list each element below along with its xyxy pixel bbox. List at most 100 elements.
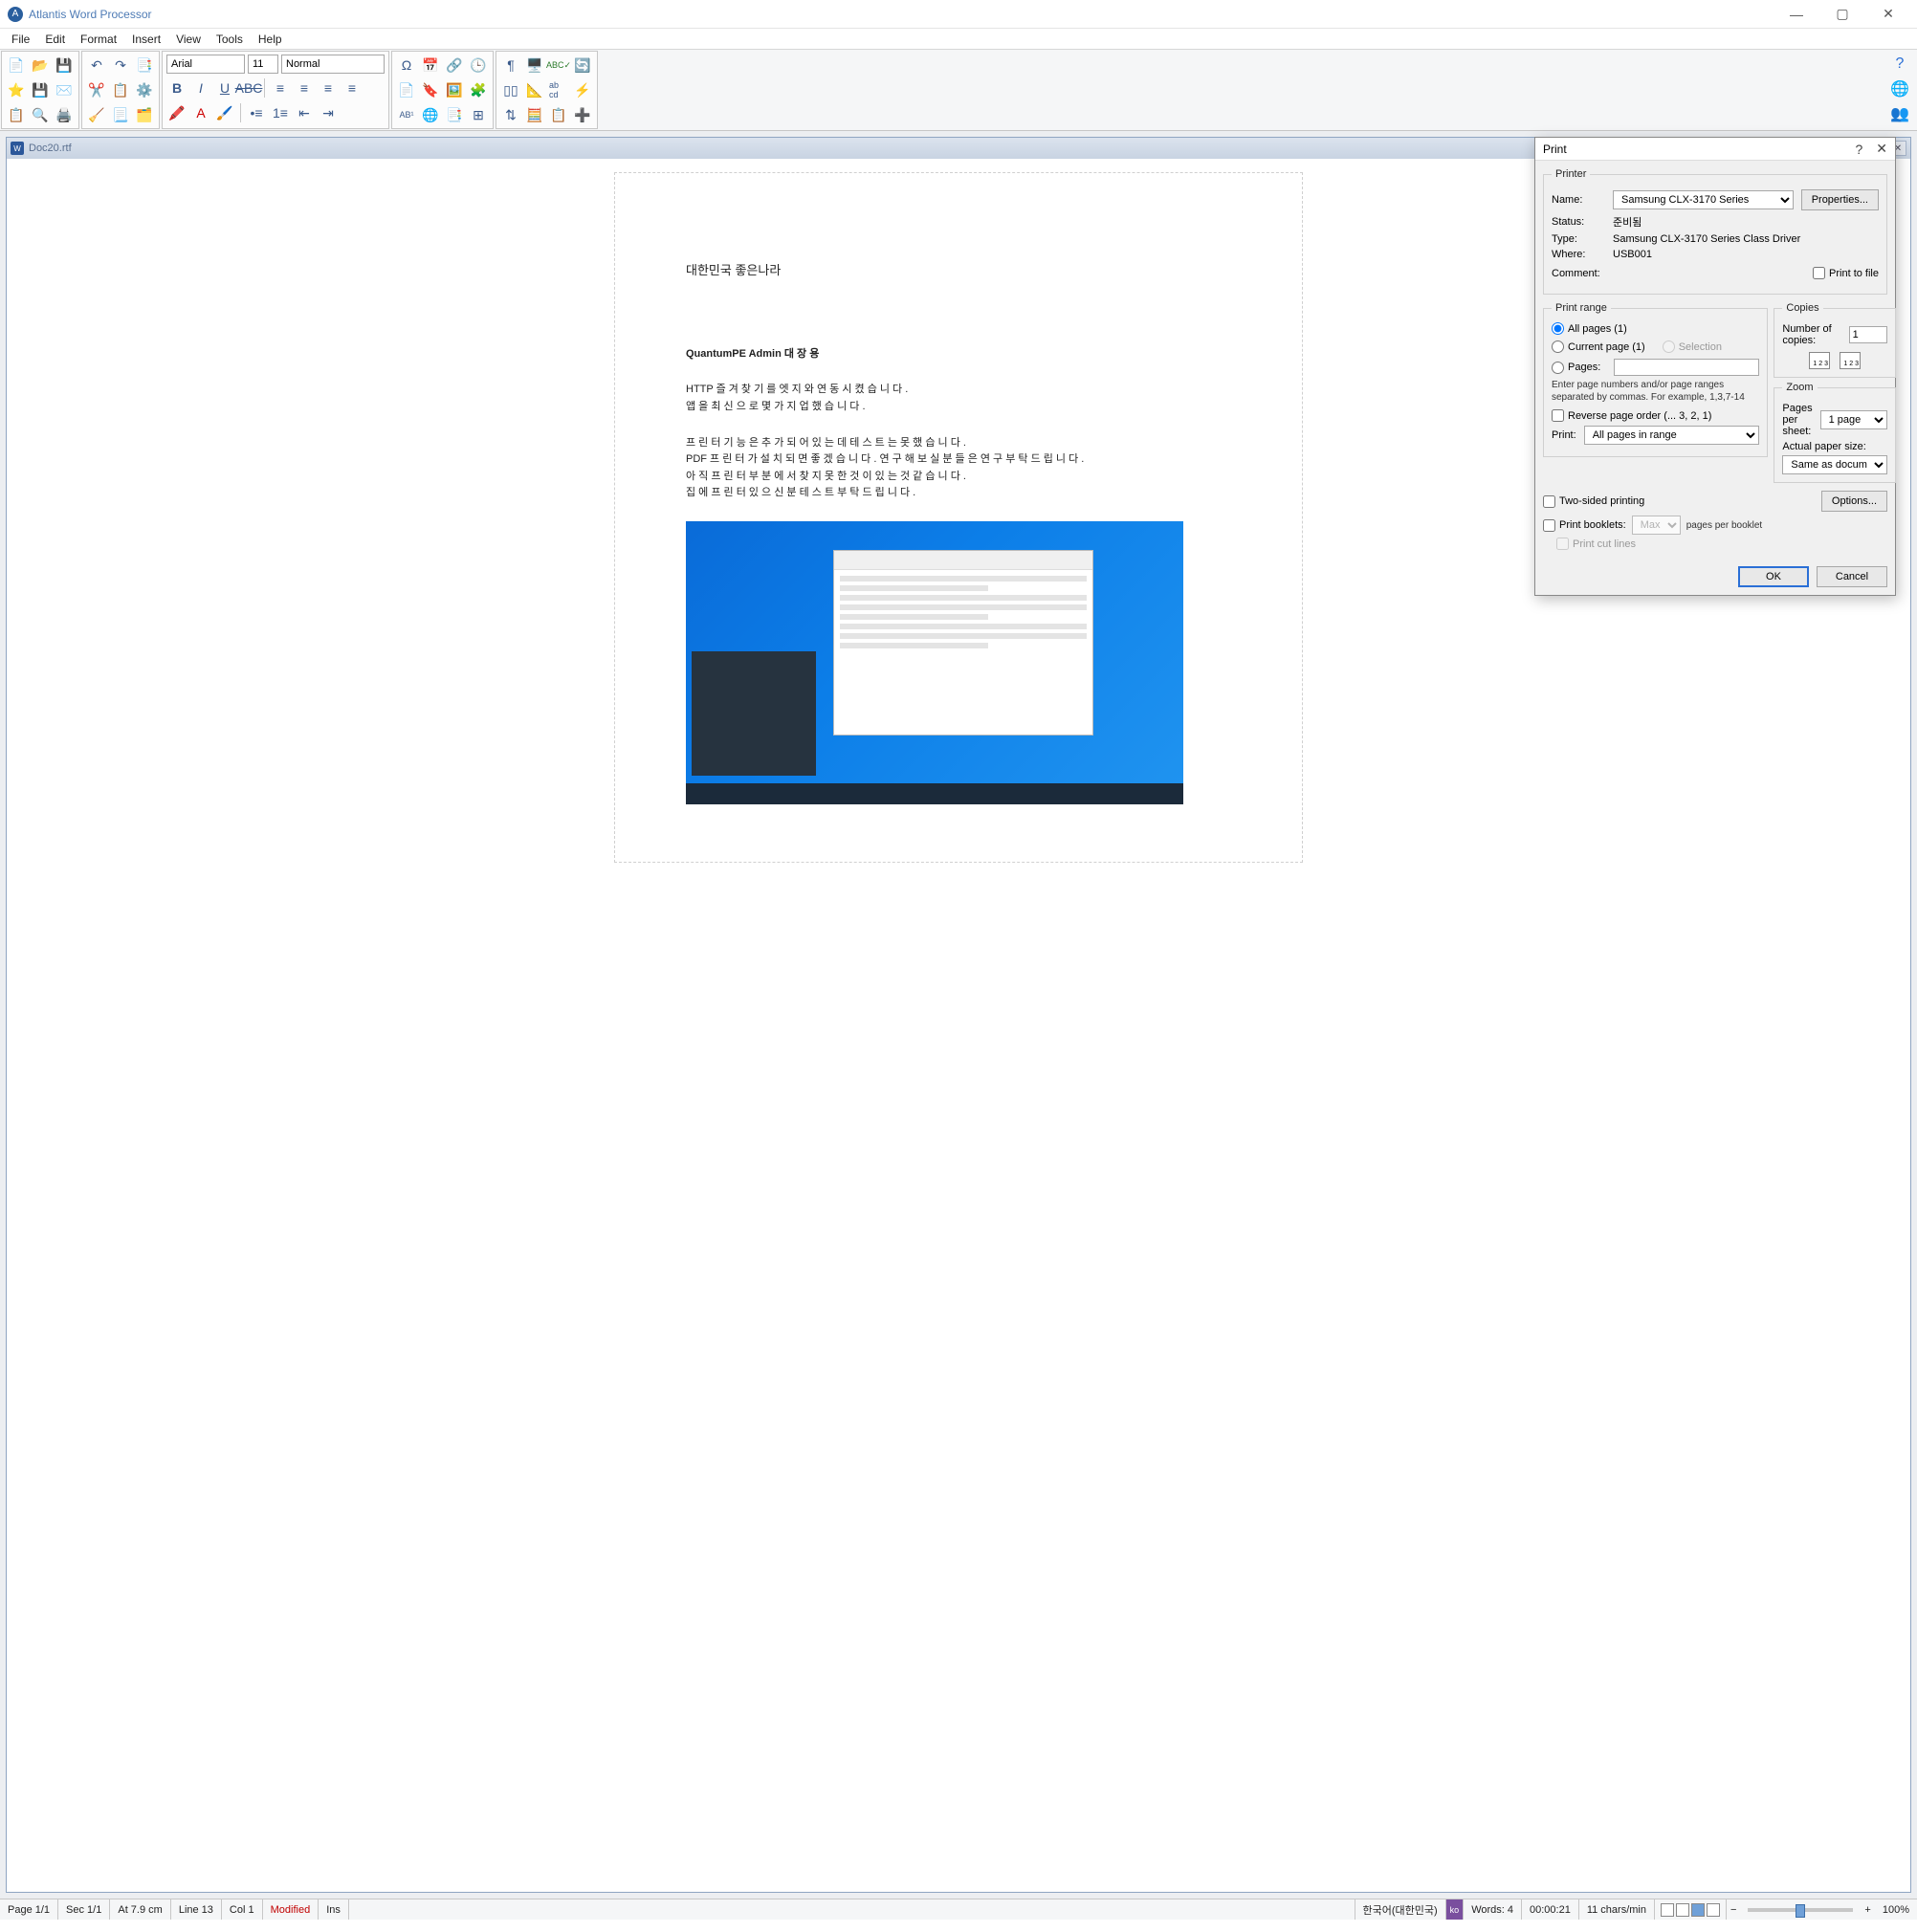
template-button[interactable]: 📋	[6, 104, 27, 125]
strike-button[interactable]: ABC	[238, 77, 259, 99]
web-button[interactable]: 🌐	[420, 104, 441, 125]
reverse-order-checkbox[interactable]: Reverse page order (... 3, 2, 1)	[1552, 409, 1759, 422]
menu-view[interactable]: View	[168, 31, 209, 48]
columns-button[interactable]: ▯▯	[500, 79, 521, 100]
menu-format[interactable]: Format	[73, 31, 124, 48]
cancel-button[interactable]: Cancel	[1817, 566, 1887, 587]
clipboard-button[interactable]: 📋	[548, 104, 569, 125]
zoom-in-button[interactable]: +	[1861, 1904, 1874, 1916]
open-button[interactable]: 📂	[30, 55, 51, 76]
print-to-file-checkbox[interactable]: Print to file	[1813, 267, 1879, 279]
refresh-button[interactable]: 🔄	[572, 55, 593, 76]
copy-button[interactable]: 📑	[134, 55, 155, 76]
cut-button[interactable]: ✂️	[86, 79, 107, 100]
window-maximize-button[interactable]: ▢	[1821, 1, 1863, 28]
bold-button[interactable]: B	[166, 77, 187, 99]
menu-help[interactable]: Help	[251, 31, 290, 48]
two-sided-options-button[interactable]: Options...	[1821, 491, 1887, 512]
date-button[interactable]: 📅	[420, 55, 441, 76]
ok-button[interactable]: OK	[1738, 566, 1809, 587]
options-button[interactable]: 🗂️	[134, 104, 155, 125]
globe-icon[interactable]: 🌐	[1889, 78, 1910, 99]
layout-button[interactable]: 🖥️	[524, 55, 545, 76]
status-section[interactable]: Sec 1/1	[58, 1899, 110, 1920]
font-color-button[interactable]: A	[190, 102, 211, 123]
font-name-select[interactable]	[166, 55, 245, 74]
undo-button[interactable]: ↶	[86, 55, 107, 76]
align-right-button[interactable]: ≡	[318, 77, 339, 99]
underline-button[interactable]: U	[214, 77, 235, 99]
symbol-button[interactable]: Ω	[396, 55, 417, 76]
replace-button[interactable]: ab cd	[548, 79, 569, 100]
notes-button[interactable]: 📃	[110, 104, 131, 125]
two-sided-checkbox[interactable]: Two-sided printing	[1543, 495, 1644, 508]
printer-name-select[interactable]: Samsung CLX-3170 Series	[1613, 190, 1794, 209]
bookmark-button[interactable]: 🔖	[420, 79, 441, 100]
number-list-button[interactable]: 1≡	[270, 102, 291, 123]
sort-button[interactable]: ⇅	[500, 104, 521, 125]
page-break-button[interactable]: 📄	[396, 79, 417, 100]
users-icon[interactable]: 👥	[1889, 103, 1910, 124]
window-minimize-button[interactable]: —	[1775, 1, 1818, 28]
current-page-radio[interactable]: Current page (1)	[1552, 340, 1645, 353]
bullet-list-button[interactable]: •≡	[246, 102, 267, 123]
field-button[interactable]: 🧩	[468, 79, 489, 100]
indent-button[interactable]: ⇥	[318, 102, 339, 123]
autoformat-button[interactable]: 📐	[524, 79, 545, 100]
properties-button[interactable]: Properties...	[1801, 189, 1879, 210]
print-button[interactable]: 🖨️	[54, 104, 75, 125]
clock-button[interactable]: 🕒	[468, 55, 489, 76]
pages-per-sheet-select[interactable]: 1 page	[1820, 410, 1887, 429]
calc-button[interactable]: 🧮	[524, 104, 545, 125]
menu-tools[interactable]: Tools	[209, 31, 251, 48]
view-mode-icons[interactable]	[1655, 1899, 1727, 1920]
paste-button[interactable]: 📋	[110, 79, 131, 100]
redo-button[interactable]: ↷	[110, 55, 131, 76]
addin-button[interactable]: ➕	[572, 104, 593, 125]
align-center-button[interactable]: ≡	[294, 77, 315, 99]
zoom-slider[interactable]	[1748, 1908, 1853, 1912]
save-as-button[interactable]: 💾	[30, 79, 51, 100]
footnote-button[interactable]: AB¹	[396, 104, 417, 125]
help-button[interactable]: ?	[1889, 54, 1910, 75]
status-ins[interactable]: Ins	[319, 1899, 349, 1920]
font-size-select[interactable]	[248, 55, 278, 74]
print-booklets-checkbox[interactable]: Print booklets:	[1543, 519, 1626, 532]
spellcheck-button[interactable]: ABC✓	[548, 55, 569, 76]
email-button[interactable]: ✉️	[54, 79, 75, 100]
new-doc-button[interactable]: 📄	[6, 55, 27, 76]
eraser-button[interactable]: 🧹	[86, 104, 107, 125]
paper-size-select[interactable]: Same as document page size	[1782, 455, 1886, 474]
close-icon[interactable]: ✕	[1876, 141, 1887, 157]
flash-button[interactable]: ⚡	[572, 79, 593, 100]
status-words[interactable]: Words: 4	[1464, 1899, 1522, 1920]
menu-file[interactable]: File	[4, 31, 37, 48]
pages-input[interactable]	[1614, 359, 1759, 376]
print-scope-select[interactable]: All pages in range	[1584, 426, 1760, 445]
copies-spinner[interactable]: 1	[1849, 326, 1887, 343]
status-page[interactable]: Page 1/1	[0, 1899, 58, 1920]
help-icon[interactable]: ?	[1855, 142, 1862, 157]
italic-button[interactable]: I	[190, 77, 211, 99]
print-preview-button[interactable]: 🔍	[30, 104, 51, 125]
favorite-button[interactable]: ⭐	[6, 79, 27, 100]
image-button[interactable]: 🖼️	[444, 79, 465, 100]
zoom-out-button[interactable]: −	[1727, 1904, 1740, 1916]
menu-insert[interactable]: Insert	[124, 31, 168, 48]
menu-edit[interactable]: Edit	[37, 31, 73, 48]
table-button[interactable]: ⊞	[468, 104, 489, 125]
align-left-button[interactable]: ≡	[270, 77, 291, 99]
save-button[interactable]: 💾	[54, 55, 75, 76]
hyperlink-button[interactable]: 🔗	[444, 55, 465, 76]
window-close-button[interactable]: ✕	[1867, 1, 1909, 28]
pages-radio[interactable]: Pages:	[1552, 359, 1759, 376]
align-justify-button[interactable]: ≡	[342, 77, 363, 99]
outdent-button[interactable]: ⇤	[294, 102, 315, 123]
format-painter-button[interactable]: 🖌️	[214, 102, 235, 123]
highlight-button[interactable]: 🖍️	[166, 102, 187, 123]
all-pages-radio[interactable]: All pages (1)	[1552, 322, 1759, 335]
zoom-value[interactable]: 100%	[1875, 1899, 1917, 1920]
status-keyboard[interactable]: ko	[1446, 1899, 1465, 1920]
paragraph-button[interactable]: ¶	[500, 55, 521, 76]
cog-icon[interactable]: ⚙️	[134, 79, 155, 100]
